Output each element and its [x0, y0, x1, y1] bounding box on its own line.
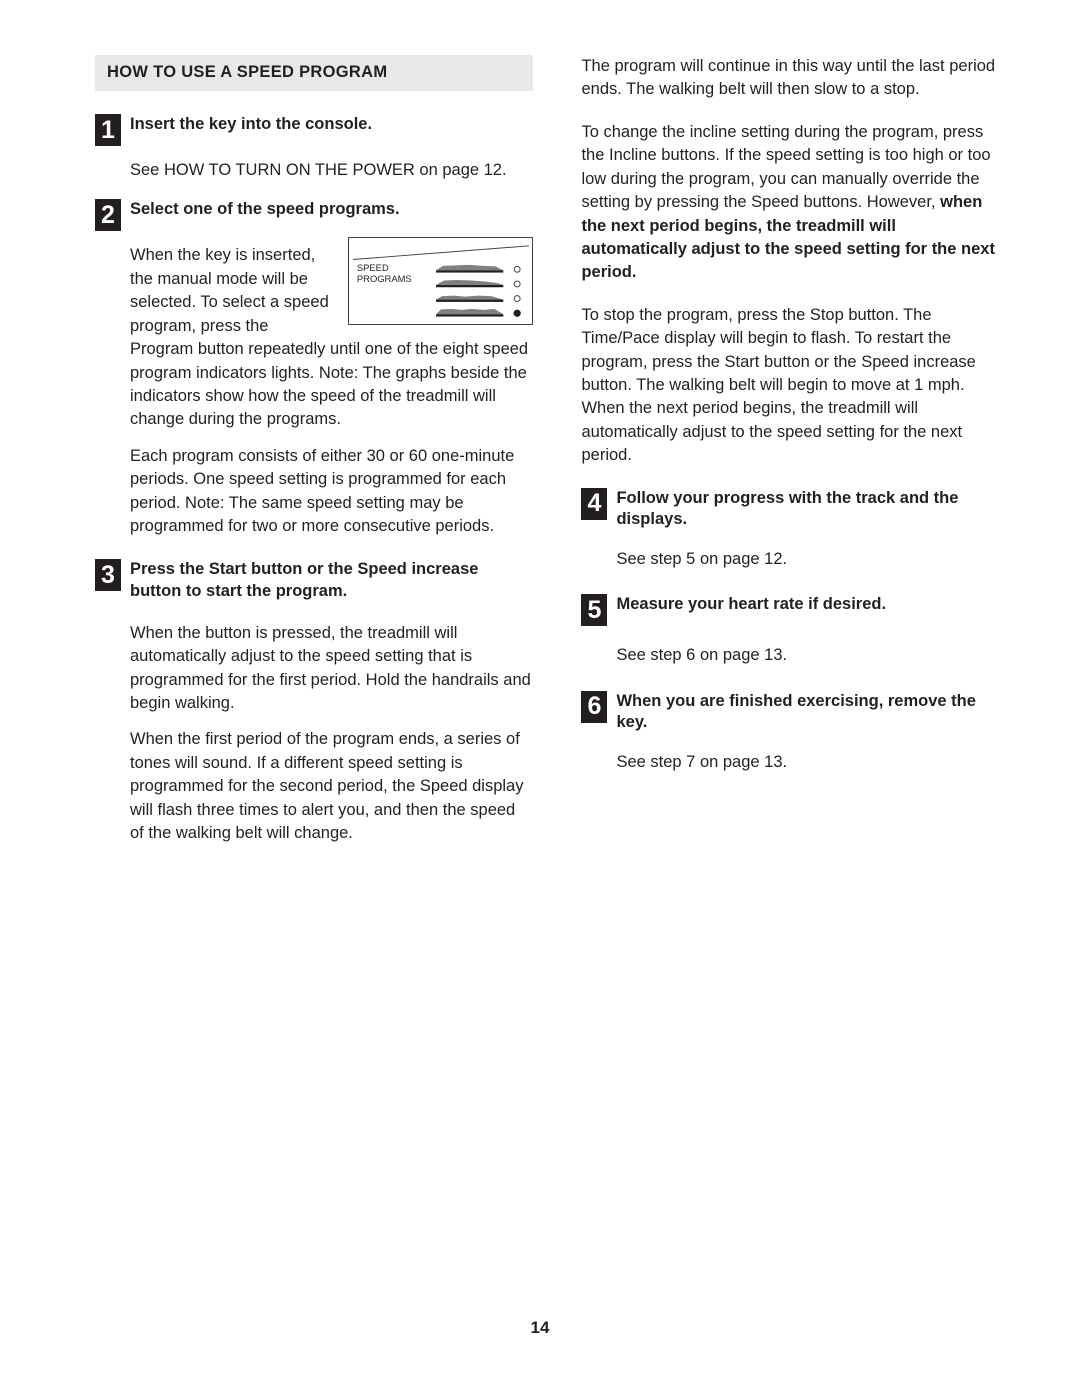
- section-heading-banner: HOW TO USE A SPEED PROGRAM: [95, 55, 534, 91]
- left-column: HOW TO USE A SPEED PROGRAM 1 Insert the …: [95, 55, 534, 846]
- manual-page: HOW TO USE A SPEED PROGRAM 1 Insert the …: [0, 0, 1080, 1397]
- speed-graph-3-baseline: [436, 299, 504, 303]
- speed-graph-1: [436, 265, 504, 274]
- step-4-title: Follow your progress with the track and …: [616, 488, 959, 528]
- speed-program-indicator-4-active[interactable]: [513, 310, 522, 318]
- step-2-title: Select one of the speed programs.: [130, 200, 400, 219]
- step-5-body: See step 6 on page 13.: [616, 646, 788, 665]
- step-6-title: When you are finished exercising, remove…: [616, 691, 976, 731]
- speed-program-indicator-3[interactable]: [514, 295, 522, 303]
- step-3-number-badge: 3: [95, 559, 121, 592]
- page-number: 14: [530, 1318, 550, 1337]
- step-4: 4 Follow your progress with the track an…: [581, 487, 1000, 530]
- speed-graph-4-profile: [436, 309, 504, 315]
- step-6-body: See step 7 on page 13.: [616, 753, 788, 772]
- speed-programs-console-diagram: SPEED PROGRAMS: [348, 237, 534, 326]
- speed-graph-2-profile: [436, 280, 504, 286]
- console-diagram-graphic: SPEED PROGRAMS: [353, 245, 530, 318]
- step-5: 5 Measure your heart rate if desired.: [581, 593, 1000, 627]
- right-paragraph-2: To change the incline setting during the…: [581, 121, 1000, 285]
- step-2: 2 Select one of the speed programs.: [95, 198, 533, 232]
- step-5-number-badge: 5: [581, 594, 608, 627]
- step-1: 1 Insert the key into the console.: [95, 113, 533, 146]
- section-heading-text: HOW TO USE A SPEED PROGRAM: [107, 63, 388, 81]
- step-4-body: See step 5 on page 12.: [616, 549, 788, 568]
- step-3-body-2: When the first period of the program end…: [130, 730, 524, 843]
- diagram-label-speed: SPEED: [357, 264, 389, 274]
- speed-program-indicator-2[interactable]: [514, 280, 522, 288]
- step-1-number-badge: 1: [95, 114, 121, 146]
- diagram-label-programs: PROGRAMS: [357, 274, 412, 284]
- step-3-body-1: When the button is pressed, the treadmil…: [130, 623, 531, 712]
- step-3-title: Press the Start button or the Speed incr…: [130, 560, 479, 600]
- speed-graph-1-profile: [436, 265, 504, 271]
- right-paragraph-1: The program will continue in this way un…: [581, 57, 996, 99]
- speed-graph-3-profile: [436, 296, 504, 300]
- step-6: 6 When you are finished exercising, remo…: [581, 690, 1000, 733]
- right-paragraph-2-normal: To change the incline setting during the…: [581, 122, 991, 212]
- step-1-title: Insert the key into the console.: [130, 115, 373, 133]
- step-6-number-badge: 6: [581, 690, 608, 723]
- speed-graph-3: [436, 296, 504, 303]
- step-2-body-2: Each program consists of either 30 or 60…: [130, 446, 515, 536]
- right-column: The program will continue in this way un…: [581, 55, 1000, 774]
- right-paragraph-3: To stop the program, press the Stop butt…: [581, 305, 976, 465]
- speed-program-indicator-1[interactable]: [514, 266, 522, 274]
- speed-graph-2-baseline: [436, 285, 504, 288]
- speed-graph-2: [436, 280, 504, 288]
- step-4-number-badge: 4: [581, 487, 608, 520]
- step-2-number-badge: 2: [95, 199, 121, 232]
- step-1-body: See HOW TO TURN ON THE POWER on page 12.: [130, 161, 507, 179]
- speed-graph-4: [436, 309, 504, 317]
- two-column-layout: HOW TO USE A SPEED PROGRAM 1 Insert the …: [95, 55, 1000, 846]
- speed-graph-4-baseline: [436, 314, 504, 317]
- speed-graph-1-baseline: [436, 270, 504, 274]
- step-5-title: Measure your heart rate if desired.: [616, 595, 887, 614]
- step-3: 3 Press the Start button or the Speed in…: [95, 558, 533, 601]
- console-top-edge-line: [353, 245, 530, 261]
